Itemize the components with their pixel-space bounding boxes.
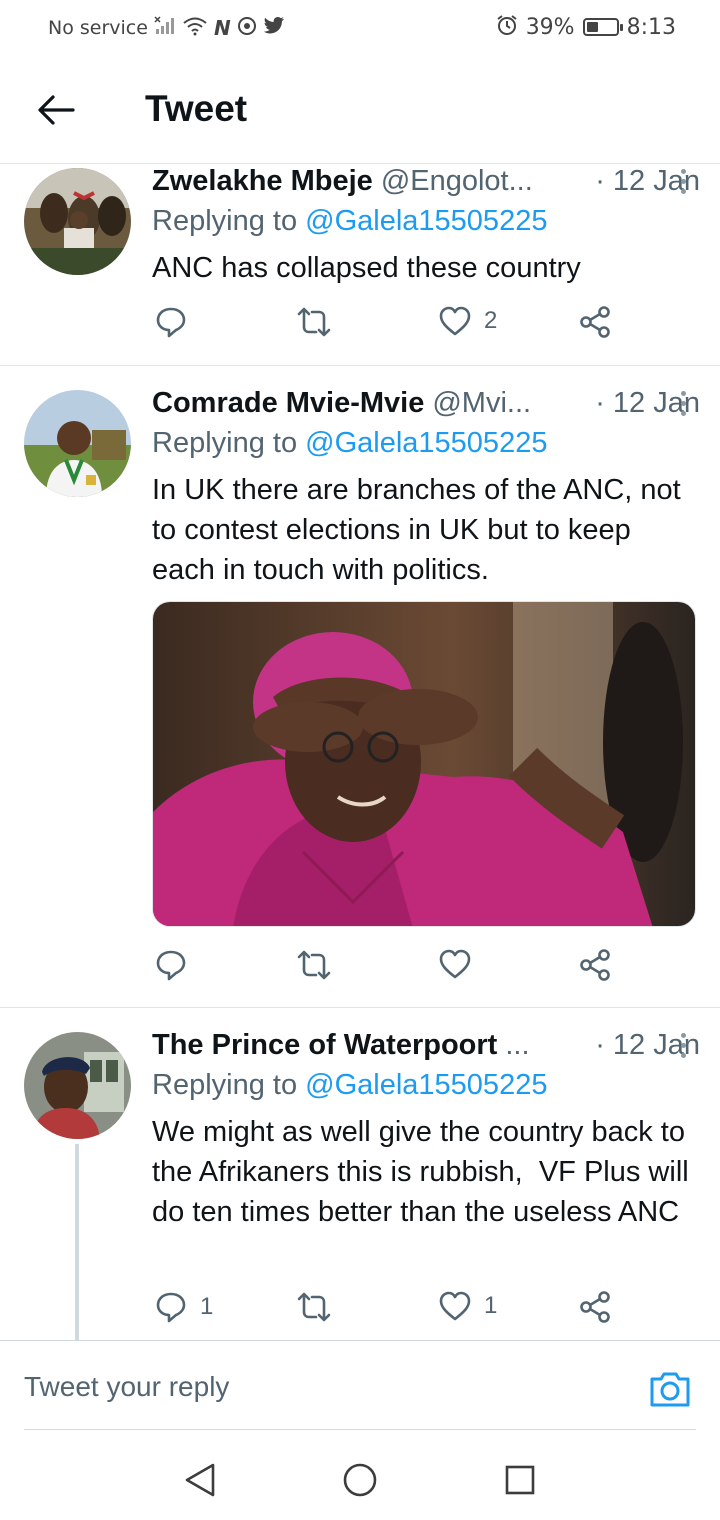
tweet-header: Comrade Mvie-Mvie @Mvi... · 12 Jan <box>152 387 700 420</box>
tweet-actions <box>152 948 622 988</box>
tweet-text: ANC has collapsed these country <box>152 252 581 284</box>
square-recents-icon <box>505 1465 535 1495</box>
share-button[interactable] <box>578 948 612 982</box>
tweet-2[interactable]: Comrade Mvie-Mvie @Mvi... · 12 Jan Reply… <box>0 366 720 1008</box>
avatar[interactable] <box>24 168 131 275</box>
avatar[interactable] <box>24 390 131 497</box>
tweet-1[interactable]: Zwelakhe Mbeje @Engolot... · 12 Jan Repl… <box>0 165 720 366</box>
tweet-actions: 1 1 <box>152 1290 622 1330</box>
author-handle[interactable]: ... <box>505 1029 529 1062</box>
composer-divider <box>24 1429 696 1430</box>
battery-level <box>586 22 598 32</box>
retweet-button[interactable] <box>296 1290 344 1324</box>
tweet-media[interactable] <box>152 601 696 927</box>
retweet-icon <box>297 307 331 337</box>
author-name[interactable]: Comrade Mvie-Mvie <box>152 387 424 420</box>
tweet-3[interactable]: The Prince of Waterpoort ... · 12 Jan Re… <box>0 1008 720 1340</box>
status-bar: No service N 39% 8:13 <box>0 0 720 56</box>
share-button[interactable] <box>578 305 612 339</box>
signal-off-icon <box>154 16 176 40</box>
nav-recents-button[interactable] <box>500 1460 540 1500</box>
replying-prefix: Replying to <box>152 1069 306 1101</box>
back-button[interactable] <box>32 86 80 134</box>
reply-icon <box>156 1292 186 1323</box>
more-options-icon[interactable] <box>680 391 686 416</box>
replying-to: Replying to @Galela15505225 <box>152 1069 547 1102</box>
retweet-button[interactable] <box>296 305 344 339</box>
status-right: 39% 8:13 <box>496 14 676 40</box>
reply-input[interactable]: Tweet your reply <box>24 1371 229 1403</box>
replying-to: Replying to @Galela15505225 <box>152 427 547 460</box>
reply-icon <box>156 950 186 981</box>
replying-to: Replying to @Galela15505225 <box>152 205 547 238</box>
vpn-icon <box>237 16 257 40</box>
reply-button[interactable] <box>154 948 200 982</box>
tweet-text: In UK there are branches of the ANC, not… <box>152 474 681 586</box>
tweet-actions: 2 <box>152 305 622 345</box>
reply-count: 1 <box>200 1293 214 1320</box>
heart-icon <box>439 1291 471 1321</box>
nfc-icon: N <box>213 16 231 40</box>
battery-icon <box>582 18 623 36</box>
carrier-label: No service <box>48 17 148 39</box>
triangle-back-icon <box>185 1463 215 1497</box>
tweet-text: We might as well give the country back t… <box>152 1116 697 1228</box>
camera-button[interactable] <box>648 1369 692 1409</box>
like-button[interactable] <box>438 948 484 980</box>
status-left: No service N <box>48 16 285 40</box>
retweet-button[interactable] <box>296 948 344 982</box>
circle-home-icon <box>343 1463 377 1497</box>
retweet-icon <box>297 1292 331 1322</box>
more-options-icon[interactable] <box>680 1033 686 1058</box>
author-handle[interactable]: @Engolot... <box>381 165 533 198</box>
author-handle[interactable]: @Mvi... <box>432 387 531 420</box>
share-icon <box>580 306 610 338</box>
clock: 8:13 <box>626 14 676 40</box>
like-count: 1 <box>484 1292 498 1319</box>
share-button[interactable] <box>578 1290 612 1324</box>
reply-icon <box>156 307 186 338</box>
mention-link[interactable]: @Galela15505225 <box>305 1069 547 1101</box>
mention-link[interactable]: @Galela15505225 <box>305 205 547 237</box>
like-button[interactable]: 1 <box>438 1290 497 1322</box>
twitter-bird-icon <box>263 17 285 39</box>
like-count: 2 <box>484 307 498 334</box>
reply-composer: Tweet your reply <box>0 1340 720 1435</box>
thread-line <box>75 1144 79 1340</box>
page-title: Tweet <box>145 88 248 129</box>
media-image <box>153 602 695 926</box>
tweet-header: The Prince of Waterpoort ... · 12 Jan <box>152 1029 700 1062</box>
share-icon <box>580 949 610 981</box>
like-button[interactable]: 2 <box>438 305 497 337</box>
reply-button[interactable] <box>154 305 200 339</box>
author-name[interactable]: Zwelakhe Mbeje <box>152 165 373 198</box>
alarm-icon <box>496 14 518 40</box>
nav-home-button[interactable] <box>340 1460 380 1500</box>
wifi-icon <box>182 16 208 40</box>
replying-prefix: Replying to <box>152 427 306 459</box>
heart-icon <box>439 306 471 336</box>
heart-icon <box>439 949 471 979</box>
nav-back-button[interactable] <box>180 1460 220 1500</box>
author-name[interactable]: The Prince of Waterpoort <box>152 1029 497 1062</box>
share-icon <box>580 1291 610 1323</box>
app-header: Tweet <box>0 56 720 164</box>
camera-icon <box>650 1372 690 1407</box>
mention-link[interactable]: @Galela15505225 <box>305 427 547 459</box>
system-nav-bar <box>0 1440 720 1520</box>
arrow-left-icon <box>38 95 75 125</box>
replying-prefix: Replying to <box>152 205 306 237</box>
avatar[interactable] <box>24 1032 131 1139</box>
retweet-icon <box>297 950 331 980</box>
more-options-icon[interactable] <box>680 169 686 194</box>
tweet-header: Zwelakhe Mbeje @Engolot... · 12 Jan <box>152 165 700 198</box>
reply-button[interactable]: 1 <box>154 1290 213 1324</box>
battery-percent: 39% <box>525 14 575 40</box>
